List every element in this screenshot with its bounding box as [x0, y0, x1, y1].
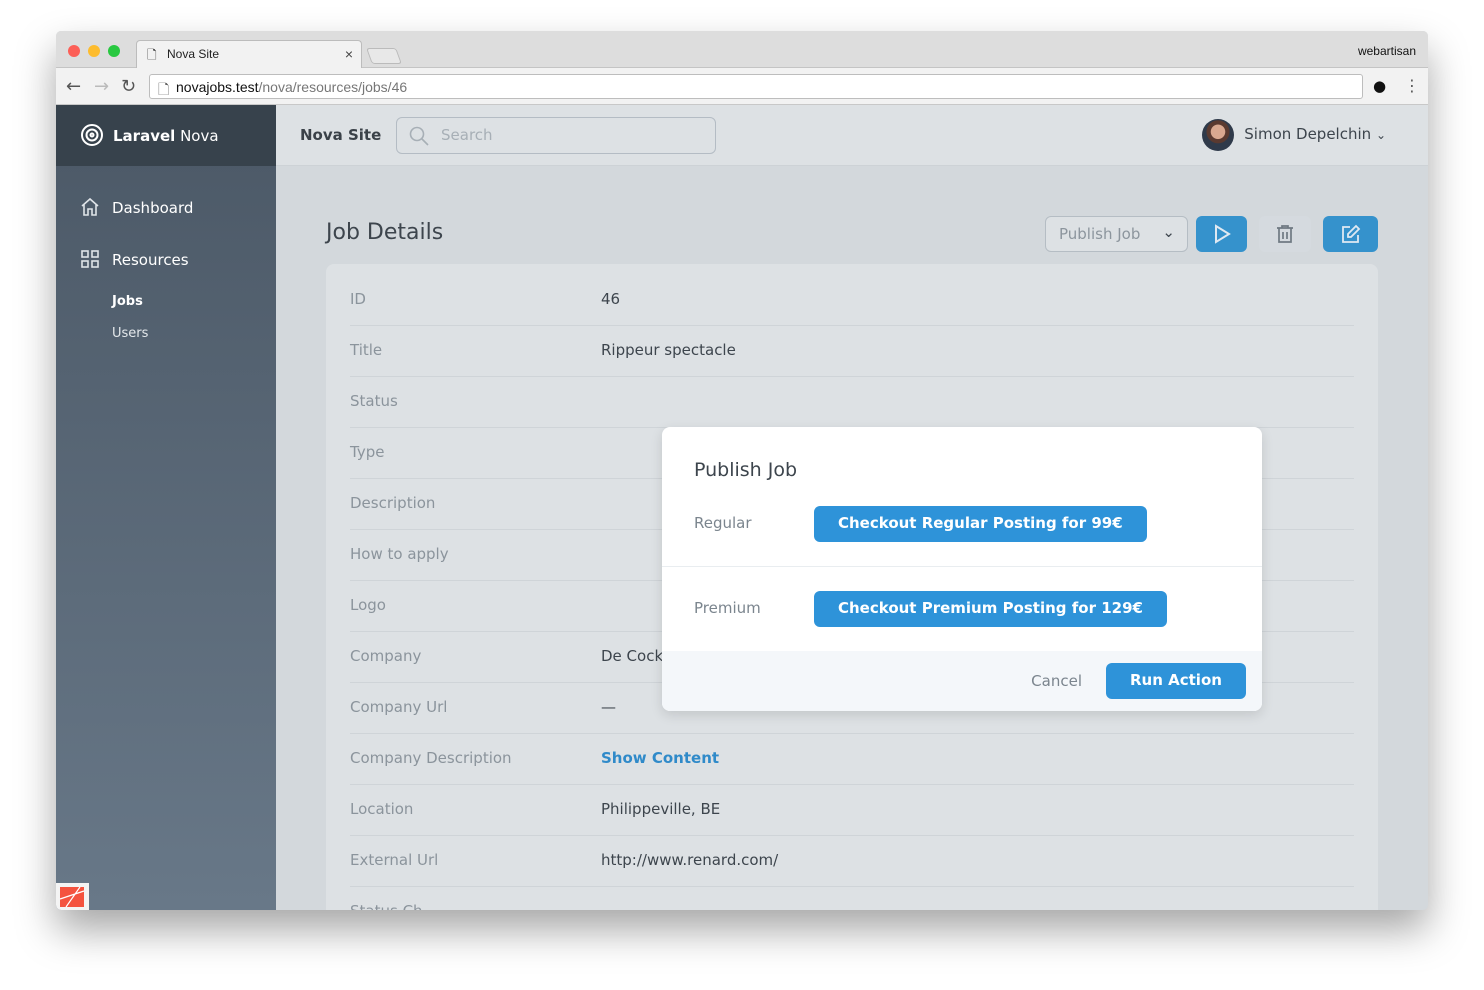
cancel-button[interactable]: Cancel: [1031, 672, 1082, 690]
field-value: —: [601, 698, 616, 716]
search-input[interactable]: Search: [396, 117, 716, 154]
field-label: Logo: [350, 596, 386, 614]
sidebar-item-jobs[interactable]: Jobs: [112, 294, 143, 309]
field-value: http://www.renard.com/: [601, 851, 779, 869]
divider: [662, 566, 1262, 567]
main-content: Job Details Publish Job ⌄ ID 46 Title Rippeu…: [276, 166, 1428, 910]
premium-label: Premium: [694, 599, 761, 617]
field-label: Title: [350, 341, 383, 359]
field-row: External Url http://www.renard.com/: [350, 836, 1354, 887]
field-row: Title Rippeur spectacle: [350, 326, 1354, 377]
forward-icon[interactable]: →: [94, 76, 109, 97]
back-icon[interactable]: ←: [66, 76, 81, 97]
checkout-regular-button[interactable]: Checkout Regular Posting for 99€: [814, 506, 1147, 542]
page-title: Job Details: [326, 220, 444, 245]
url-host: novajobs.test: [176, 79, 259, 95]
publish-job-modal: Publish Job Regular Checkout Regular Pos…: [662, 427, 1262, 711]
top-header: Nova Site Search Simon Depelchin ⌄: [276, 105, 1428, 166]
field-label: Type: [350, 443, 385, 461]
user-name: Simon Depelchin: [1244, 125, 1372, 143]
field-label: Status Ch: [350, 902, 423, 910]
url-input[interactable]: 🗋 novajobs.test/nova/resources/jobs/46: [149, 74, 1363, 99]
site-name: Nova Site: [300, 126, 382, 144]
sidebar-item-label: Dashboard: [112, 199, 194, 217]
search-placeholder: Search: [441, 126, 493, 144]
close-window-button[interactable]: [68, 45, 80, 57]
tab-bar: 🗋 Nova Site × webartisan: [56, 31, 1428, 69]
field-value: Rippeur spectacle: [601, 341, 736, 359]
field-label: Company: [350, 647, 422, 665]
edit-icon: [1341, 224, 1360, 243]
field-label: Company Url: [350, 698, 448, 716]
field-row: Location Philippeville, BE: [350, 785, 1354, 836]
sidebar-item-label: Resources: [112, 251, 189, 269]
home-icon: [81, 197, 99, 216]
address-bar-area: ← → ↻ 🗋 novajobs.test/nova/resources/jobs…: [56, 68, 1428, 105]
grid-icon: [81, 250, 99, 268]
field-row: ID 46: [350, 275, 1354, 326]
run-action-button[interactable]: [1196, 216, 1247, 252]
play-icon: [1214, 224, 1231, 244]
laravel-icon: [59, 886, 85, 908]
search-icon: [409, 126, 429, 146]
action-select-value: Publish Job: [1059, 225, 1141, 243]
field-value: Philippeville, BE: [601, 800, 721, 818]
field-label: How to apply: [350, 545, 449, 563]
tab-title: Nova Site: [167, 47, 220, 61]
menu-icon[interactable]: ⋮: [1404, 76, 1420, 95]
field-value: 46: [601, 290, 621, 308]
checkout-premium-button[interactable]: Checkout Premium Posting for 129€: [814, 591, 1167, 627]
reload-icon[interactable]: ↻: [121, 76, 136, 97]
close-tab-icon[interactable]: ×: [345, 46, 353, 62]
show-content-link[interactable]: Show Content: [601, 749, 719, 767]
field-row: Status Ch: [350, 887, 1354, 910]
field-label: Location: [350, 800, 414, 818]
trash-icon: [1277, 225, 1293, 243]
profile-name: webartisan: [1357, 44, 1416, 58]
url-path: /nova/resources/jobs/46: [258, 79, 408, 95]
brand-bold: Laravel: [113, 127, 176, 145]
nova-logo-icon: [81, 124, 103, 146]
field-label: External Url: [350, 851, 439, 869]
delete-button[interactable]: [1259, 216, 1311, 252]
field-label: Description: [350, 494, 436, 512]
browser-window: 🗋 Nova Site × webartisan ← → ↻ 🗋 novajobs.t…: [56, 31, 1428, 910]
new-tab-button[interactable]: [366, 48, 402, 64]
field-label: ID: [350, 290, 366, 308]
brand-rest: Nova: [175, 127, 219, 145]
action-select[interactable]: Publish Job ⌄: [1045, 216, 1188, 252]
field-label: Status: [350, 392, 398, 410]
user-menu[interactable]: Simon Depelchin ⌄: [1244, 125, 1386, 143]
regular-label: Regular: [694, 514, 752, 532]
page-icon: 🗋: [147, 48, 157, 62]
minimize-window-button[interactable]: [88, 45, 100, 57]
page-icon: 🗋: [158, 81, 170, 97]
run-action-confirm-button[interactable]: Run Action: [1106, 663, 1246, 699]
sidebar-item-users[interactable]: Users: [112, 326, 148, 341]
debugbar-toggle[interactable]: [56, 883, 89, 910]
field-row: Status: [350, 377, 1354, 428]
modal-footer: Cancel Run Action: [662, 651, 1262, 711]
field-label: Company Description: [350, 749, 512, 767]
field-value: De Cock: [601, 647, 664, 665]
chevron-down-icon: ⌄: [1162, 223, 1175, 241]
avatar[interactable]: [1202, 119, 1234, 151]
edit-button[interactable]: [1323, 216, 1378, 252]
brand-logo[interactable]: Laravel Nova: [56, 105, 276, 166]
browser-tab[interactable]: 🗋 Nova Site ×: [136, 40, 362, 69]
modal-title: Publish Job: [694, 459, 798, 481]
field-row: Company Description Show Content: [350, 734, 1354, 785]
extension-icon[interactable]: ●: [1373, 77, 1386, 95]
chevron-down-icon: ⌄: [1375, 128, 1386, 142]
maximize-window-button[interactable]: [108, 45, 120, 57]
sidebar: Laravel Nova Dashboard Resources Jobs Us…: [56, 105, 276, 910]
